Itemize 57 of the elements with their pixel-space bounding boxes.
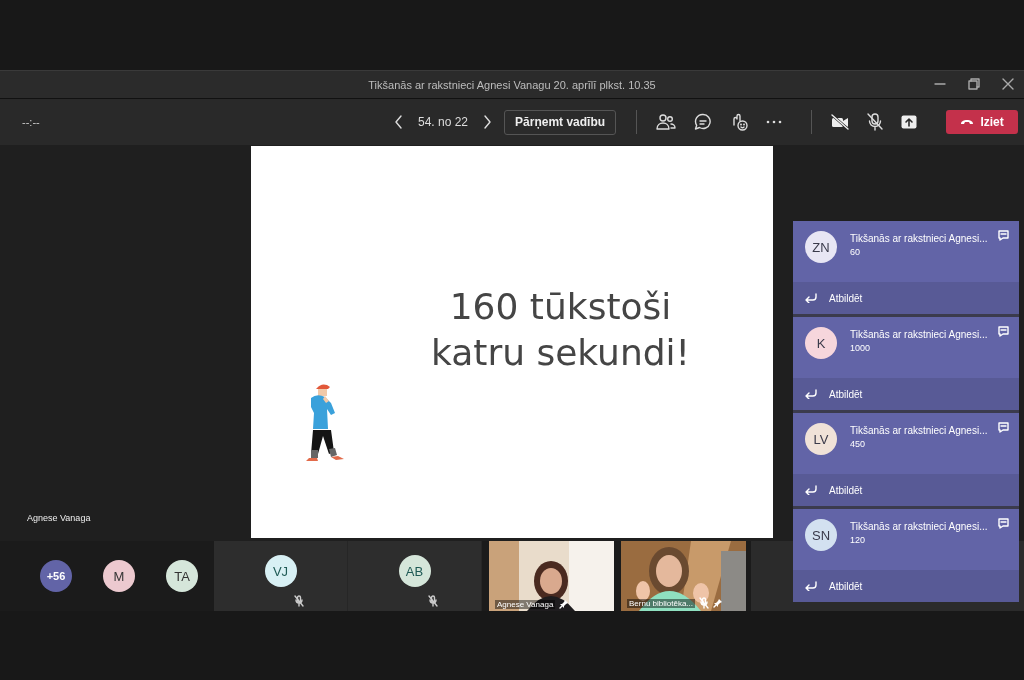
avatar: LV [805, 423, 837, 455]
participant-name: Agnese Vanaga [495, 599, 556, 609]
reply-button[interactable]: Atbildēt [793, 378, 1019, 410]
avatar: AB [398, 555, 431, 587]
reply-button[interactable]: Atbildēt [793, 570, 1019, 602]
participant-tile[interactable]: AB [348, 541, 482, 611]
message-title: Tikšanās ar rakstnieci Agnesi... [850, 425, 988, 436]
reply-icon [805, 581, 817, 591]
previous-icon[interactable] [394, 115, 404, 129]
reply-icon [805, 389, 817, 399]
share-screen-icon[interactable] [901, 115, 918, 129]
chat-icon[interactable] [694, 113, 713, 131]
slide-text-line: 160 tūkstoši [448, 285, 673, 329]
reply-button[interactable]: Atbildēt [793, 282, 1019, 314]
message-title: Tikšanās ar rakstnieci Agnesi... [850, 329, 988, 340]
call-timer: --:-- [22, 116, 41, 128]
more-participants-button[interactable]: +56 [40, 560, 72, 592]
message-title: Tikšanās ar rakstnieci Agnesi... [850, 521, 988, 532]
slide-counter: 54. no 22 [418, 115, 469, 129]
leave-button[interactable]: Iziet [946, 110, 1019, 134]
avatar: ZN [805, 231, 837, 263]
message-text: 1000 [850, 343, 872, 353]
chat-icon[interactable] [998, 518, 1009, 529]
chat-icon[interactable] [998, 326, 1009, 337]
notification-card[interactable]: LV Tikšanās ar rakstnieci Agnesi... 450 Atbildēt [793, 413, 1019, 506]
chat-icon[interactable] [998, 422, 1009, 433]
message-text: 120 [850, 535, 867, 545]
people-icon[interactable] [656, 113, 677, 131]
take-control-button[interactable]: Pārņemt vadību [504, 109, 617, 135]
avatar: VJ [264, 555, 297, 587]
notification-card[interactable]: K Tikšanās ar rakstnieci Agnesi... 1000 Atbildēt [793, 317, 1019, 410]
notification-card[interactable]: ZN Tikšanās ar rakstnieci Agnesi... 60 Atbildēt [793, 221, 1019, 314]
notification-card[interactable]: SN Tikšanās ar rakstnieci Agnesi... 120 Atbildēt [793, 509, 1019, 602]
chat-icon[interactable] [998, 230, 1009, 241]
participant-tile[interactable]: VJ [214, 541, 348, 611]
message-text: 60 [850, 247, 861, 257]
reply-button[interactable]: Atbildēt [793, 474, 1019, 506]
avatar: TA [166, 560, 198, 592]
more-icon[interactable] [766, 120, 783, 124]
camera-off-icon[interactable] [831, 114, 850, 130]
reactions-icon[interactable] [730, 113, 749, 131]
reply-icon [805, 485, 817, 495]
slide-text-line: katru sekundi! [431, 331, 690, 375]
avatar: M [103, 560, 135, 592]
reply-icon [805, 293, 817, 303]
participant-name: Bernu bibliotēka... [627, 598, 696, 608]
mic-off-icon[interactable] [867, 113, 884, 131]
next-icon[interactable] [482, 115, 493, 129]
window-title: Tikšanās ar rakstnieci Agnesi Vanagu 20. aprīlī plkst. 10.35 [368, 78, 656, 91]
presenter-name: Agnese Vanaga [27, 513, 91, 523]
avatar: SN [805, 519, 837, 551]
maximize-icon[interactable] [968, 78, 980, 90]
hang-up-icon [960, 118, 975, 126]
message-title: Tikšanās ar rakstnieci Agnesi... [850, 233, 988, 244]
message-text: 450 [850, 439, 867, 449]
close-icon[interactable] [1002, 78, 1014, 90]
avatar: K [805, 327, 837, 359]
